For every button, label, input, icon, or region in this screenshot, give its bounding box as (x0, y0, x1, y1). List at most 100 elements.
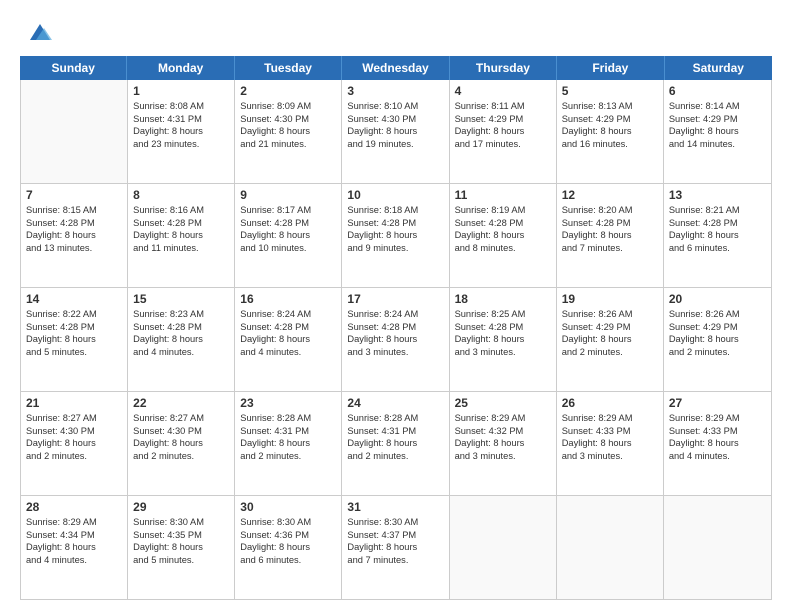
cell-line: Sunset: 4:28 PM (455, 217, 551, 230)
cell-line: Daylight: 8 hours (669, 437, 766, 450)
calendar-cell (450, 496, 557, 599)
day-number: 30 (240, 500, 336, 514)
cell-line: Daylight: 8 hours (240, 541, 336, 554)
cell-line: Sunset: 4:30 PM (133, 425, 229, 438)
cell-line: and 9 minutes. (347, 242, 443, 255)
cell-line: and 16 minutes. (562, 138, 658, 151)
cell-line: and 2 minutes. (669, 346, 766, 359)
cell-line: Sunset: 4:29 PM (562, 321, 658, 334)
day-number: 25 (455, 396, 551, 410)
calendar-cell: 22Sunrise: 8:27 AMSunset: 4:30 PMDayligh… (128, 392, 235, 495)
cell-line: Sunset: 4:28 PM (669, 217, 766, 230)
cell-line: Daylight: 8 hours (455, 125, 551, 138)
cell-line: Sunset: 4:28 PM (240, 321, 336, 334)
cell-line: Sunset: 4:28 PM (133, 217, 229, 230)
day-number: 28 (26, 500, 122, 514)
calendar-cell: 24Sunrise: 8:28 AMSunset: 4:31 PMDayligh… (342, 392, 449, 495)
cell-line: Sunset: 4:32 PM (455, 425, 551, 438)
cell-line: Sunrise: 8:11 AM (455, 100, 551, 113)
cell-line: and 5 minutes. (133, 554, 229, 567)
day-number: 21 (26, 396, 122, 410)
cell-line: Daylight: 8 hours (455, 437, 551, 450)
calendar-cell: 17Sunrise: 8:24 AMSunset: 4:28 PMDayligh… (342, 288, 449, 391)
weekday-header: Monday (127, 56, 234, 80)
calendar-cell: 29Sunrise: 8:30 AMSunset: 4:35 PMDayligh… (128, 496, 235, 599)
cell-line: Sunrise: 8:16 AM (133, 204, 229, 217)
cell-line: Daylight: 8 hours (455, 333, 551, 346)
cell-line: Sunrise: 8:19 AM (455, 204, 551, 217)
cell-line: and 2 minutes. (240, 450, 336, 463)
calendar-cell: 16Sunrise: 8:24 AMSunset: 4:28 PMDayligh… (235, 288, 342, 391)
calendar-cell: 30Sunrise: 8:30 AMSunset: 4:36 PMDayligh… (235, 496, 342, 599)
calendar-cell: 19Sunrise: 8:26 AMSunset: 4:29 PMDayligh… (557, 288, 664, 391)
cell-line: and 8 minutes. (455, 242, 551, 255)
calendar-row: 7Sunrise: 8:15 AMSunset: 4:28 PMDaylight… (21, 184, 771, 288)
page: SundayMondayTuesdayWednesdayThursdayFrid… (0, 0, 792, 612)
cell-line: Sunrise: 8:10 AM (347, 100, 443, 113)
calendar-cell: 18Sunrise: 8:25 AMSunset: 4:28 PMDayligh… (450, 288, 557, 391)
day-number: 27 (669, 396, 766, 410)
cell-line: and 14 minutes. (669, 138, 766, 151)
cell-line: Sunrise: 8:27 AM (133, 412, 229, 425)
cell-line: and 2 minutes. (133, 450, 229, 463)
cell-line: Sunset: 4:30 PM (347, 113, 443, 126)
cell-line: and 17 minutes. (455, 138, 551, 151)
cell-line: and 10 minutes. (240, 242, 336, 255)
cell-line: Sunrise: 8:08 AM (133, 100, 229, 113)
header (20, 18, 772, 46)
cell-line: Daylight: 8 hours (562, 437, 658, 450)
cell-line: and 3 minutes. (347, 346, 443, 359)
cell-line: Sunset: 4:34 PM (26, 529, 122, 542)
cell-line: Sunrise: 8:26 AM (669, 308, 766, 321)
cell-line: Sunset: 4:28 PM (347, 217, 443, 230)
cell-line: Sunrise: 8:24 AM (240, 308, 336, 321)
day-number: 15 (133, 292, 229, 306)
calendar-cell: 15Sunrise: 8:23 AMSunset: 4:28 PMDayligh… (128, 288, 235, 391)
cell-line: and 4 minutes. (133, 346, 229, 359)
calendar-cell: 11 Sunrise: 8:19 AMSunset: 4:28 PMDayligh… (450, 184, 557, 287)
cell-line: Sunrise: 8:22 AM (26, 308, 122, 321)
cell-line: Sunrise: 8:21 AM (669, 204, 766, 217)
cell-line: and 5 minutes. (26, 346, 122, 359)
cell-line: Sunrise: 8:30 AM (240, 516, 336, 529)
weekday-header: Wednesday (342, 56, 449, 80)
calendar-cell (664, 496, 771, 599)
day-number: 26 (562, 396, 658, 410)
calendar-cell (557, 496, 664, 599)
cell-line: Sunrise: 8:15 AM (26, 204, 122, 217)
calendar-cell: 2Sunrise: 8:09 AMSunset: 4:30 PMDaylight… (235, 80, 342, 183)
cell-line: Daylight: 8 hours (26, 541, 122, 554)
day-number: 16 (240, 292, 336, 306)
cell-line: and 2 minutes. (26, 450, 122, 463)
cell-line: Sunrise: 8:29 AM (669, 412, 766, 425)
cell-line: Daylight: 8 hours (133, 333, 229, 346)
cell-line: Sunrise: 8:28 AM (240, 412, 336, 425)
cell-line: Daylight: 8 hours (455, 229, 551, 242)
calendar-header: SundayMondayTuesdayWednesdayThursdayFrid… (20, 56, 772, 80)
cell-line: and 19 minutes. (347, 138, 443, 151)
day-number: 6 (669, 84, 766, 98)
day-number: 17 (347, 292, 443, 306)
cell-line: Sunset: 4:29 PM (455, 113, 551, 126)
cell-line: Sunset: 4:37 PM (347, 529, 443, 542)
calendar-cell: 8Sunrise: 8:16 AMSunset: 4:28 PMDaylight… (128, 184, 235, 287)
cell-line: Sunrise: 8:17 AM (240, 204, 336, 217)
cell-line: and 4 minutes. (26, 554, 122, 567)
cell-line: and 21 minutes. (240, 138, 336, 151)
calendar-cell: 12Sunrise: 8:20 AMSunset: 4:28 PMDayligh… (557, 184, 664, 287)
weekday-header: Saturday (665, 56, 772, 80)
cell-line: Sunrise: 8:29 AM (455, 412, 551, 425)
cell-line: and 3 minutes. (455, 346, 551, 359)
day-number: 11 (455, 188, 551, 202)
cell-line: and 2 minutes. (347, 450, 443, 463)
cell-line: Sunset: 4:29 PM (669, 321, 766, 334)
cell-line: Sunrise: 8:27 AM (26, 412, 122, 425)
cell-line: and 13 minutes. (26, 242, 122, 255)
cell-line: Daylight: 8 hours (347, 333, 443, 346)
cell-line: Sunset: 4:29 PM (562, 113, 658, 126)
day-number: 1 (133, 84, 229, 98)
day-number: 12 (562, 188, 658, 202)
cell-line: Sunset: 4:31 PM (347, 425, 443, 438)
cell-line: Sunrise: 8:29 AM (26, 516, 122, 529)
day-number: 7 (26, 188, 122, 202)
